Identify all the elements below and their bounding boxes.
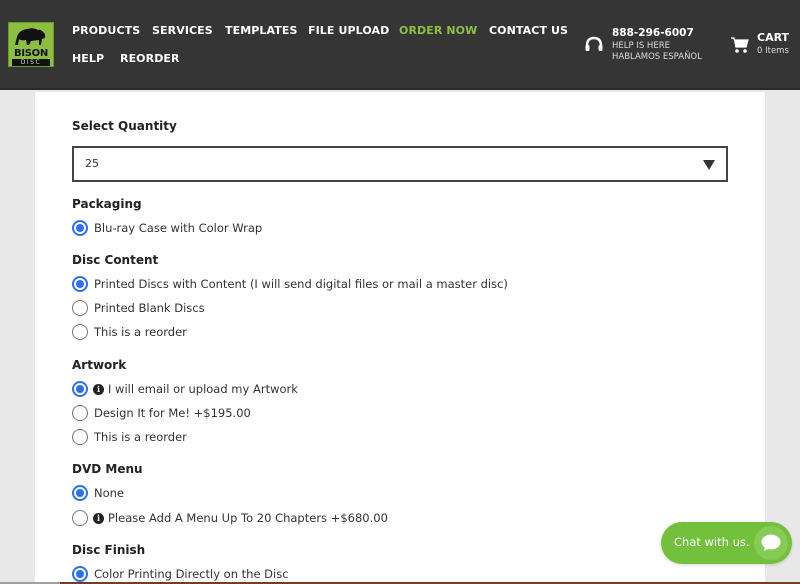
radio-button[interactable] <box>72 381 88 397</box>
option-label: I will email or upload my Artwork <box>108 382 298 396</box>
cart-label: CART <box>757 31 790 44</box>
chat-label: Chat with us. <box>674 535 750 549</box>
headset-icon <box>585 36 603 51</box>
radio-button[interactable] <box>72 510 88 526</box>
option-label: Printed Blank Discs <box>94 301 205 315</box>
select-quantity-label: Select Quantity <box>72 119 177 133</box>
bison-disc-logo[interactable]: BISON DISC <box>8 22 54 67</box>
option-label: This is a reorder <box>94 430 187 444</box>
dvd-menu-option-add-menu[interactable]: i Please Add A Menu Up To 20 Chapters +$… <box>72 509 388 527</box>
cart-item-count: 0 Items <box>757 46 789 56</box>
chat-bubble-container <box>754 526 788 560</box>
bison-icon <box>15 28 46 45</box>
packaging-label: Packaging <box>72 197 142 211</box>
option-label: Color Printing Directly on the Disc <box>94 567 289 581</box>
site-header: BISON DISC PRODUCTS SERVICES TEMPLATES F… <box>0 0 800 90</box>
radio-button[interactable] <box>72 300 88 316</box>
radio-button[interactable] <box>72 276 88 292</box>
dropdown-arrow-icon <box>703 160 715 170</box>
nav-contact-us[interactable]: CONTACT US <box>489 24 568 37</box>
packaging-option-bluray-case[interactable]: Blu-ray Case with Color Wrap <box>72 219 262 237</box>
order-form: Select Quantity 25 Packaging Blu-ray Cas… <box>35 92 765 584</box>
option-label: None <box>94 486 125 500</box>
dvd-menu-label: DVD Menu <box>72 462 143 476</box>
disc-finish-option-color-printing[interactable]: Color Printing Directly on the Disc <box>72 565 289 583</box>
chat-bubble-icon <box>761 534 781 551</box>
radio-button[interactable] <box>72 429 88 445</box>
artwork-option-reorder[interactable]: This is a reorder <box>72 428 187 446</box>
chat-with-us-button[interactable]: Chat with us. <box>661 522 792 564</box>
option-label: This is a reorder <box>94 325 187 339</box>
radio-button[interactable] <box>72 324 88 340</box>
option-label: Printed Discs with Content (I will send … <box>94 277 508 291</box>
nav-reorder[interactable]: REORDER <box>120 52 180 65</box>
nav-templates[interactable]: TEMPLATES <box>225 24 298 37</box>
nav-help[interactable]: HELP <box>72 52 104 65</box>
option-label: Please Add A Menu Up To 20 Chapters +$68… <box>108 511 388 525</box>
dvd-menu-option-none[interactable]: None <box>72 484 124 502</box>
option-label: Blu-ray Case with Color Wrap <box>94 221 263 235</box>
artwork-label: Artwork <box>72 358 127 372</box>
disc-content-option-reorder[interactable]: This is a reorder <box>72 323 187 341</box>
quantity-select[interactable]: 25 <box>72 146 728 182</box>
artwork-option-design-it[interactable]: Design It for Me! +$195.00 <box>72 404 251 422</box>
info-icon[interactable]: i <box>93 383 104 395</box>
disc-content-label: Disc Content <box>72 253 159 267</box>
radio-button[interactable] <box>72 485 88 501</box>
cart-icon <box>731 37 749 53</box>
radio-button[interactable] <box>72 220 88 236</box>
nav-file-upload[interactable]: FILE UPLOAD <box>308 24 389 37</box>
logo-text-disc: DISC <box>12 59 50 66</box>
disc-finish-label: Disc Finish <box>72 543 146 557</box>
nav-services[interactable]: SERVICES <box>152 24 213 37</box>
hablamos-espanol-text: HABLAMOS ESPAÑOL <box>612 52 702 62</box>
option-label: Design It for Me! +$195.00 <box>94 406 251 420</box>
info-icon[interactable]: i <box>93 512 104 524</box>
artwork-option-email-upload[interactable]: i I will email or upload my Artwork <box>72 380 298 398</box>
logo-text-bison: BISON <box>14 48 48 59</box>
disc-content-option-printed-with-content[interactable]: Printed Discs with Content (I will send … <box>72 275 508 293</box>
disc-content-option-printed-blank[interactable]: Printed Blank Discs <box>72 299 205 317</box>
phone-number[interactable]: 888-296-6007 <box>612 27 694 39</box>
nav-order-now[interactable]: ORDER NOW <box>399 24 477 37</box>
help-is-here-text: HELP IS HERE <box>612 41 670 51</box>
quantity-value: 25 <box>85 157 99 170</box>
nav-products[interactable]: PRODUCTS <box>72 24 140 37</box>
radio-button[interactable] <box>72 405 88 421</box>
radio-button[interactable] <box>72 566 88 582</box>
